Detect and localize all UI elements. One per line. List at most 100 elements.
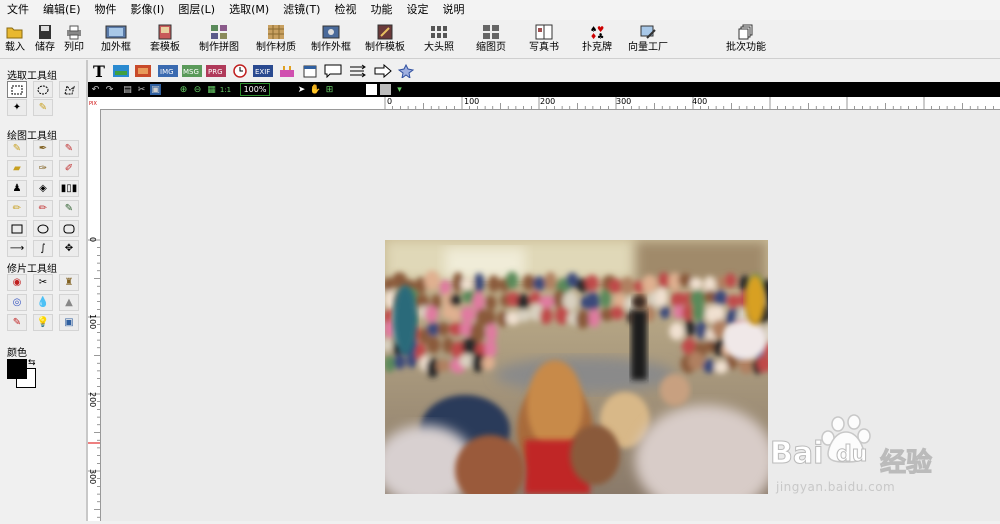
stamp-tool[interactable]: ♟ [7, 180, 27, 197]
menu-item[interactable]: 文件 [0, 0, 36, 20]
copy-icon[interactable]: ▤ [122, 84, 133, 95]
bottle-tool[interactable]: ♜ [59, 274, 79, 291]
clock-icon[interactable] [231, 63, 249, 79]
exif-icon[interactable]: EXIF [253, 63, 273, 79]
image-object-icon[interactable] [112, 63, 130, 79]
photo-book-button[interactable]: 写真书 [529, 24, 559, 54]
poker-label: 扑克牌 [582, 42, 612, 53]
undo-icon[interactable]: ↶ [90, 84, 101, 95]
fill-tool[interactable]: ◈ [33, 180, 53, 197]
menu-item[interactable]: 编辑(E) [36, 0, 88, 20]
foreground-color-swatch[interactable] [7, 359, 27, 379]
blur-tool[interactable]: 💧 [33, 294, 53, 311]
color-pencil-tool[interactable]: ✏ [7, 200, 27, 217]
ellipse-tool[interactable] [33, 220, 53, 237]
marker-tool[interactable]: ✎ [59, 140, 79, 157]
sharpen-tool[interactable]: ▲ [59, 294, 79, 311]
collage-button[interactable]: 制作拼图 [199, 24, 239, 54]
watermark-brand-a: Bai [769, 436, 824, 472]
load-button[interactable]: 载入 [5, 24, 25, 54]
material-button[interactable]: 制作材质 [256, 24, 296, 54]
red-eye-tool[interactable]: ◉ [7, 274, 27, 291]
clone-tool[interactable]: ◎ [7, 294, 27, 311]
gradient-tool[interactable]: ▮▯▮ [59, 180, 79, 197]
pencil-tool[interactable]: ✎ [7, 140, 27, 157]
hand-icon[interactable]: ✋ [310, 84, 321, 95]
cut-tool[interactable]: ✂ [33, 274, 53, 291]
paint-brush-tool[interactable]: ✎ [7, 314, 27, 331]
menu-item[interactable]: 物件 [88, 0, 124, 20]
menu-item[interactable]: 设定 [399, 0, 435, 20]
eraser-tool[interactable]: ▰ [7, 160, 27, 177]
calendar-icon[interactable] [301, 63, 319, 79]
move-tool[interactable]: ✥ [59, 240, 79, 257]
crowd-blob [585, 275, 599, 291]
arrow-shape-icon[interactable] [374, 63, 392, 79]
menu-item[interactable]: 说明 [435, 0, 471, 20]
white-swatch[interactable] [366, 84, 377, 95]
magic-wand-tool[interactable]: ✦ [7, 99, 27, 116]
light-tool[interactable]: 💡 [33, 314, 53, 331]
speech-bubble-icon[interactable] [324, 63, 342, 79]
gray-swatch[interactable] [380, 84, 391, 95]
star-shape-icon[interactable] [397, 63, 415, 79]
save-button[interactable]: 储存 [35, 24, 55, 54]
paste-icon[interactable]: ▣ [150, 84, 161, 95]
menu-item[interactable]: 功能 [363, 0, 399, 20]
canvas-photo[interactable] [385, 240, 768, 494]
dropdown-icon[interactable]: ▾ [394, 84, 405, 95]
lasso-select-tool[interactable] [59, 81, 79, 98]
line-tool[interactable]: ⟶ [7, 240, 27, 257]
cut-icon[interactable]: ✂ [136, 84, 147, 95]
text-tool-icon[interactable]: T [90, 62, 108, 81]
make-template-button[interactable]: 制作模板 [365, 24, 405, 54]
zoom-out-icon[interactable]: ⊖ [192, 84, 203, 95]
photo-object-icon[interactable] [134, 63, 152, 79]
airbrush-tool[interactable]: ✑ [33, 160, 53, 177]
menu-item[interactable]: 选取(M) [222, 0, 276, 20]
img-icon[interactable]: IMG [158, 63, 178, 79]
eyedropper-tool[interactable]: ✎ [59, 200, 79, 217]
rectangle-tool[interactable] [7, 220, 27, 237]
pen-tool[interactable]: ✒ [33, 140, 53, 157]
menu-item[interactable]: 检视 [327, 0, 363, 20]
zoom-level[interactable]: 100% [240, 83, 270, 96]
pointer-icon[interactable]: ➤ [296, 84, 307, 95]
crowd-blob [539, 307, 553, 325]
crosshair-icon[interactable]: ⊞ [324, 84, 335, 95]
redo-icon[interactable]: ↷ [104, 84, 115, 95]
thumbnail-button[interactable]: 缩图页 [476, 24, 506, 54]
make-frame-button[interactable]: 制作外框 [311, 24, 351, 54]
effect-tool[interactable]: ▣ [59, 314, 79, 331]
actual-size-icon[interactable]: 1:1 [220, 84, 231, 95]
template-button[interactable]: 套模板 [150, 24, 180, 54]
svg-text:PRG: PRG [208, 68, 223, 76]
cake-icon[interactable] [278, 63, 296, 79]
zoom-in-icon[interactable]: ⊕ [178, 84, 189, 95]
rounded-rect-tool[interactable] [59, 220, 79, 237]
crowd-blob [539, 295, 555, 308]
svg-text:IMG: IMG [160, 68, 174, 76]
red-pen-tool[interactable]: ✏ [33, 200, 53, 217]
poker-button[interactable]: ♠ ♥ ♦ ♣ 扑克牌 [582, 24, 612, 54]
vector-button[interactable]: 向量工厂 [628, 24, 668, 54]
multi-arrow-icon[interactable] [349, 63, 367, 79]
menu-item[interactable]: 图层(L) [171, 0, 222, 20]
big-head-button[interactable]: 大头照 [424, 24, 454, 54]
menu-item[interactable]: 滤镜(T) [276, 0, 327, 20]
swap-colors-icon[interactable]: ⇆ [28, 358, 36, 368]
ellipse-select-tool[interactable] [33, 81, 53, 98]
print-button[interactable]: 列印 [64, 24, 84, 54]
smudge-tool[interactable]: ✐ [59, 160, 79, 177]
select-brush-tool[interactable]: ✎ [33, 99, 53, 116]
prg-icon[interactable]: PRG [206, 63, 226, 79]
fit-window-icon[interactable]: ▦ [206, 84, 217, 95]
rect-select-tool[interactable] [7, 81, 27, 98]
batch-button[interactable]: 批次功能 [726, 24, 766, 54]
menu-item[interactable]: 影像(I) [124, 0, 172, 20]
msg-icon[interactable]: MSG [182, 63, 202, 79]
crowd-blob [544, 271, 557, 291]
add-frame-button[interactable]: 加外框 [101, 24, 131, 54]
curve-tool[interactable]: ∫ [33, 240, 53, 257]
crowd-blob [436, 359, 451, 372]
